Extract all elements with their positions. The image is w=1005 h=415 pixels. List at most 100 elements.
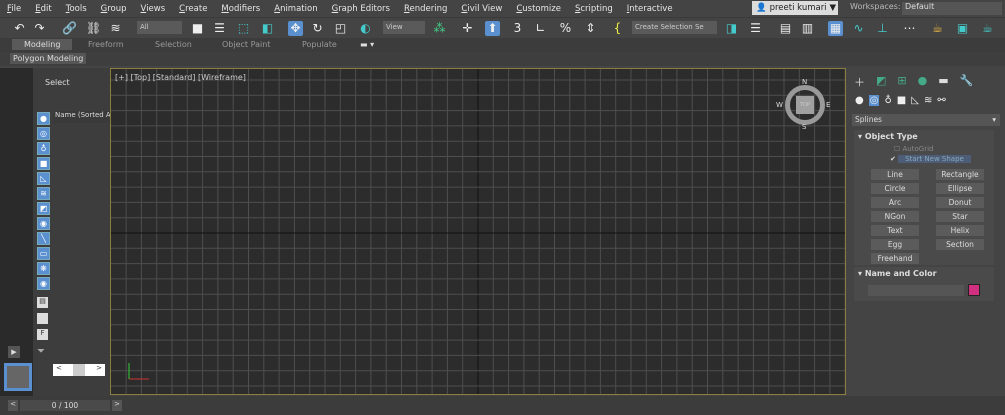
- pivot-center-icon[interactable]: ⁂: [432, 21, 447, 36]
- create-line-button[interactable]: Line: [871, 169, 919, 180]
- filter-bones-icon[interactable]: ╲: [37, 232, 50, 245]
- select-object-icon[interactable]: ■: [190, 21, 205, 36]
- dope-sheet-icon[interactable]: ⊥: [875, 21, 890, 36]
- ribbon-options-icon[interactable]: ▬ ▾: [360, 40, 374, 49]
- menu-civil-view[interactable]: Civil View: [454, 4, 509, 14]
- filter-funnel-icon[interactable]: ⏷: [37, 346, 45, 357]
- name-column-header[interactable]: Name (Sorted A: [53, 111, 110, 123]
- tab-object-paint[interactable]: Object Paint: [222, 40, 270, 49]
- rendered-frame-window-icon[interactable]: ▣: [955, 21, 970, 36]
- create-egg-button[interactable]: Egg: [871, 239, 919, 250]
- geometry-icon[interactable]: ●: [855, 95, 864, 106]
- filter-visibility-icon[interactable]: ◉: [37, 277, 50, 290]
- bind-space-warp-icon[interactable]: ≋: [108, 21, 123, 36]
- cameras-icon[interactable]: ■: [897, 95, 906, 106]
- window-crossing-icon[interactable]: ◧: [260, 21, 275, 36]
- scroll-left-icon[interactable]: <: [56, 364, 62, 376]
- utilities-tab-icon[interactable]: 🔧: [960, 74, 974, 90]
- filter-spacewarps-icon[interactable]: ≋: [37, 187, 50, 200]
- menu-views[interactable]: Views: [134, 4, 173, 14]
- create-donut-button[interactable]: Donut: [936, 197, 984, 208]
- ribbon-toggle-icon[interactable]: ▦: [828, 21, 843, 36]
- start-new-shape-checkbox[interactable]: ✔ Start New Shape: [890, 155, 971, 163]
- viewport-top[interactable]: [+] [Top] [Standard] [Wireframe] TOP N S…: [110, 68, 846, 395]
- user-account-button[interactable]: 👤 preeti kumari ▼: [752, 1, 838, 15]
- keyboard-shortcut-override-icon[interactable]: ⬆: [485, 21, 500, 36]
- menu-scripting[interactable]: Scripting: [568, 4, 620, 14]
- create-ngon-button[interactable]: NGon: [871, 211, 919, 222]
- viewport-layout-button[interactable]: [4, 363, 32, 391]
- scene-explorer-icon[interactable]: ▤: [778, 21, 793, 36]
- create-freehand-button[interactable]: Freehand: [871, 253, 919, 264]
- viewcube[interactable]: TOP N S E W: [776, 78, 830, 131]
- motion-tab-icon[interactable]: ●: [918, 74, 928, 90]
- create-helix-button[interactable]: Helix: [936, 225, 984, 236]
- curve-editor-icon[interactable]: ∿: [851, 21, 866, 36]
- schematic-view-icon[interactable]: ⋯: [902, 21, 917, 36]
- tab-selection[interactable]: Selection: [155, 40, 192, 49]
- tab-populate[interactable]: Populate: [302, 40, 337, 49]
- create-tab-icon[interactable]: ＋: [854, 74, 865, 90]
- menu-tools[interactable]: Tools: [59, 4, 94, 14]
- menu-interactive[interactable]: Interactive: [620, 4, 680, 14]
- workspaces-dropdown[interactable]: Default: [902, 2, 1002, 15]
- scale-icon[interactable]: ◰: [333, 21, 348, 36]
- edit-named-selection-icon[interactable]: {: [610, 21, 625, 36]
- undo-icon[interactable]: ↶: [12, 21, 27, 36]
- modify-tab-icon[interactable]: ◩: [876, 74, 886, 90]
- snaps-toggle-icon[interactable]: 3: [510, 21, 525, 36]
- filter-particles-icon[interactable]: ❋: [37, 262, 50, 275]
- invert-display-icon[interactable]: F: [37, 329, 48, 340]
- menu-rendering[interactable]: Rendering: [397, 4, 454, 14]
- create-ellipse-button[interactable]: Ellipse: [936, 183, 984, 194]
- shapes-icon[interactable]: ◎: [868, 95, 880, 106]
- filter-helpers-icon[interactable]: ◺: [37, 172, 50, 185]
- filter-groups-icon[interactable]: ◩: [37, 202, 50, 215]
- menu-customize[interactable]: Customize: [509, 4, 568, 14]
- category-dropdown[interactable]: Splines ▾: [852, 114, 1000, 126]
- menu-create[interactable]: Create: [172, 4, 214, 14]
- filter-geometry-icon[interactable]: ●: [37, 112, 50, 125]
- mirror-icon[interactable]: ◨: [724, 21, 739, 36]
- autogrid-checkbox[interactable]: ☐ AutoGrid: [894, 145, 933, 153]
- move-icon[interactable]: ✥: [288, 21, 303, 36]
- display-tab-icon[interactable]: ▬: [938, 74, 948, 90]
- rollout-header[interactable]: ▾ Object Type: [858, 132, 918, 141]
- object-color-swatch[interactable]: [968, 284, 980, 296]
- tab-modeling[interactable]: Modeling: [12, 39, 73, 50]
- menu-graph-editors[interactable]: Graph Editors: [325, 4, 397, 14]
- next-frame-button[interactable]: >: [112, 400, 122, 411]
- render-setup-icon[interactable]: ☕: [930, 21, 945, 36]
- select-by-name-icon[interactable]: ☰: [212, 21, 227, 36]
- object-name-input[interactable]: [868, 285, 964, 296]
- menu-modifiers[interactable]: Modifiers: [214, 4, 267, 14]
- time-slider[interactable]: 0 / 100: [20, 400, 110, 411]
- angle-snap-icon[interactable]: ∟: [533, 21, 548, 36]
- unlink-icon[interactable]: ⛓: [86, 21, 101, 36]
- polygon-modeling-tab[interactable]: Polygon Modeling: [10, 53, 87, 64]
- filter-containers-icon[interactable]: ▭: [37, 247, 50, 260]
- filter-cameras-icon[interactable]: ■: [37, 157, 50, 170]
- rotate-icon[interactable]: ↻: [310, 21, 325, 36]
- create-arc-button[interactable]: Arc: [871, 197, 919, 208]
- menu-edit[interactable]: Edit: [28, 4, 58, 14]
- create-circle-button[interactable]: Circle: [871, 183, 919, 194]
- create-rectangle-button[interactable]: Rectangle: [936, 169, 984, 180]
- hierarchy-tab-icon[interactable]: ⊞: [897, 74, 906, 90]
- select-manipulate-icon[interactable]: ✛: [460, 21, 475, 36]
- create-section-button[interactable]: Section: [936, 239, 984, 250]
- tab-freeform[interactable]: Freeform: [88, 40, 124, 49]
- filter-xrefs-icon[interactable]: ◉: [37, 217, 50, 230]
- lights-icon[interactable]: ♁: [884, 95, 891, 106]
- menu-animation[interactable]: Animation: [267, 4, 324, 14]
- render-production-icon[interactable]: ☕: [980, 21, 995, 36]
- menu-group[interactable]: Group: [94, 4, 134, 14]
- percent-snap-icon[interactable]: %: [558, 21, 573, 36]
- scroll-right-icon[interactable]: >: [96, 364, 102, 376]
- named-selection-dropdown[interactable]: Create Selection Se: [632, 21, 717, 34]
- align-icon[interactable]: ☰: [748, 21, 763, 36]
- prev-frame-button[interactable]: <: [8, 400, 18, 411]
- rectangular-selection-icon[interactable]: ⬚: [236, 21, 251, 36]
- spinner-snap-icon[interactable]: ⇕: [583, 21, 598, 36]
- reference-coordinate-dropdown[interactable]: View: [383, 21, 425, 34]
